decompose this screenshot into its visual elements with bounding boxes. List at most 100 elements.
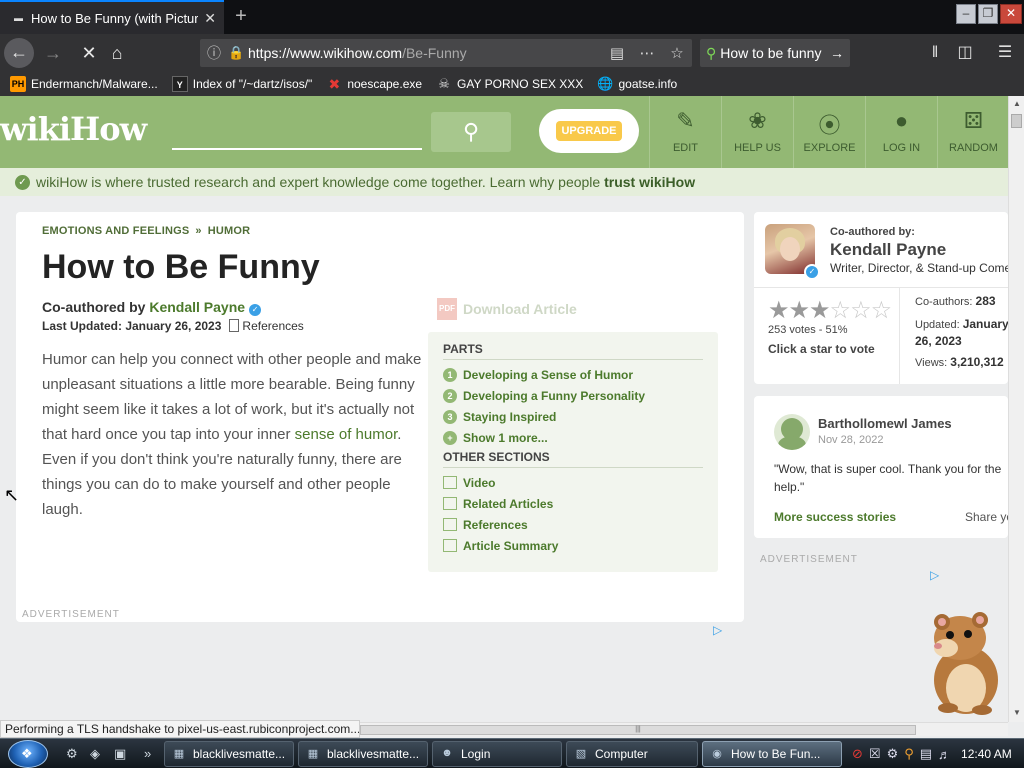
bookmark-star-icon[interactable]: ☆ xyxy=(662,44,692,62)
toc-parts-header: PARTS xyxy=(443,342,703,360)
page-title: How to Be Funny xyxy=(42,248,320,286)
taskbar-item[interactable]: ▧ Computer xyxy=(566,741,698,767)
page-actions-icon[interactable]: ⋯ xyxy=(632,44,662,62)
verified-badge-icon: ✓ xyxy=(804,264,820,280)
info-icon[interactable]: ⓘ xyxy=(200,43,228,63)
star-rating[interactable]: ★★★☆☆☆ xyxy=(768,296,892,325)
sidebar-icon[interactable]: ◫ xyxy=(950,39,980,67)
toc-references[interactable]: References xyxy=(443,514,703,535)
scroll-thumb[interactable] xyxy=(1011,114,1022,128)
author-name[interactable]: Kendall Payne xyxy=(830,240,946,260)
site-search-button[interactable]: ⚲ xyxy=(431,112,511,152)
blocked-icon[interactable]: ⊘ xyxy=(852,746,863,762)
tab-close-icon[interactable]: ✕ xyxy=(204,10,216,27)
network-error-icon[interactable]: ☒ xyxy=(869,746,881,762)
nav-random[interactable]: ⚄ RANDOM xyxy=(937,96,1008,168)
horizontal-scrollbar[interactable]: ||| xyxy=(360,722,1008,736)
maximize-button[interactable]: ❐ xyxy=(978,4,998,24)
download-article-button[interactable]: PDF Download Article xyxy=(437,298,577,320)
network-icon[interactable]: ▤ xyxy=(920,746,932,762)
wikihow-logo[interactable]: wikiHow xyxy=(0,110,147,148)
breadcrumb-humor[interactable]: HUMOR xyxy=(208,225,251,237)
library-icon[interactable]: ‖ xyxy=(920,39,950,67)
author-link[interactable]: Kendall Payne xyxy=(149,299,245,315)
clock[interactable]: 12:40 AM xyxy=(961,747,1012,761)
back-button[interactable]: ← xyxy=(4,38,34,68)
video-icon xyxy=(443,476,457,489)
url-text[interactable]: https://www.wikihow.com/Be-Funny xyxy=(248,45,602,61)
vertical-scrollbar[interactable]: ▲ ▼ xyxy=(1008,96,1024,722)
tab-active[interactable]: ▬ How to Be Funny (with Pictures) ✕ xyxy=(0,0,224,34)
toc-video[interactable]: Video xyxy=(443,472,703,493)
author-card: ✓ Co-authored by: Kendall Payne Writer, … xyxy=(754,212,1008,384)
upgrade-button[interactable]: UPGRADE xyxy=(539,109,639,153)
star-icon: ★ xyxy=(788,297,810,324)
nav-log-in[interactable]: ● LOG IN xyxy=(865,96,937,168)
bookmark-item[interactable]: 🌐 goatse.info xyxy=(597,76,677,92)
more-icon[interactable]: » xyxy=(144,746,151,761)
taskbar-item[interactable]: ▦ blacklivesmatte... xyxy=(164,741,294,767)
article-card: EMOTIONS AND FEELINGS» HUMOR How to Be Fu… xyxy=(16,212,744,622)
quicklaunch-icon[interactable]: ◈ xyxy=(90,746,100,762)
windows-logo-icon: ❖ xyxy=(21,746,33,761)
search-tray-icon[interactable]: ⚲ xyxy=(904,746,914,762)
taskbar-item[interactable]: ▦ blacklivesmatte... xyxy=(298,741,428,767)
search-input[interactable]: ⚲ How to be funny → xyxy=(700,39,850,67)
trust-link[interactable]: trust wikiHow xyxy=(604,174,695,190)
menu-icon[interactable]: ☰ xyxy=(990,39,1020,67)
window-close-button[interactable]: ✕ xyxy=(1000,4,1022,24)
stop-loading-button[interactable]: ✕ xyxy=(74,39,104,67)
toc-related-articles[interactable]: Related Articles xyxy=(443,493,703,514)
updated-stat: Updated: January 26, 2023 xyxy=(915,317,1008,348)
minimize-button[interactable]: – xyxy=(956,4,976,24)
scroll-up-icon[interactable]: ▲ xyxy=(1009,99,1024,108)
taskbar-item-active[interactable]: ◉ How to Be Fun... xyxy=(702,741,842,767)
horizontal-scroll-thumb[interactable]: ||| xyxy=(360,725,916,735)
views-stat: Views: 3,210,312 xyxy=(915,355,1004,369)
hamster-mascot-icon[interactable] xyxy=(920,608,1008,718)
search-go-icon[interactable]: → xyxy=(830,45,844,61)
breadcrumb-emotions[interactable]: EMOTIONS AND FEELINGS xyxy=(42,225,189,237)
references-link[interactable]: References xyxy=(242,319,303,333)
new-tab-button[interactable]: + xyxy=(228,4,254,30)
taskbar-item[interactable]: ☻ Login xyxy=(432,741,562,767)
user-avatar xyxy=(774,414,810,450)
toc-article-summary[interactable]: Article Summary xyxy=(443,535,703,556)
scroll-down-icon[interactable]: ▼ xyxy=(1009,708,1024,717)
sprout-icon: ❀ xyxy=(748,108,767,133)
bookmark-item[interactable]: PH Endermanch/Malware... xyxy=(10,76,158,92)
breadcrumb: EMOTIONS AND FEELINGS» HUMOR xyxy=(42,225,251,237)
bookmark-item[interactable]: Y Index of "/~dartz/isos/" xyxy=(171,76,312,92)
toc-part-item[interactable]: 3 Staying Inspired xyxy=(443,406,703,427)
last-updated: Last Updated: January 26, 2023 References xyxy=(42,319,304,333)
adchoices-icon[interactable]: ▷ xyxy=(930,568,939,582)
bookmark-item[interactable]: ✖ noescape.exe xyxy=(326,76,422,92)
home-button[interactable]: ⌂ xyxy=(102,39,132,67)
url-bar[interactable]: ⓘ 🔒 https://www.wikihow.com/Be-Funny ▤ ⋯… xyxy=(200,39,692,67)
quicklaunch-icon[interactable]: ⚙ xyxy=(66,746,78,762)
status-bar: Performing a TLS handshake to pixel-us-e… xyxy=(0,720,360,738)
toc-show-more[interactable]: + Show 1 more... xyxy=(443,427,703,448)
show-desktop-icon[interactable]: ▣ xyxy=(114,746,126,762)
site-search-input[interactable] xyxy=(172,118,422,150)
sense-of-humor-link[interactable]: sense of humor xyxy=(295,426,398,443)
related-articles-icon xyxy=(443,497,457,510)
taskbar: ❖ ⚙ ◈ ▣ » ▦ blacklivesmatte... ▦ blacklive… xyxy=(0,738,1024,768)
nav-help-us[interactable]: ❀ HELP US xyxy=(721,96,793,168)
user-icon: ☻ xyxy=(441,747,453,759)
reader-view-icon[interactable]: ▤ xyxy=(602,44,632,62)
adchoices-icon[interactable]: ▷ xyxy=(713,623,722,637)
start-button[interactable]: ❖ xyxy=(8,740,48,768)
volume-icon[interactable]: ♬ xyxy=(938,747,951,762)
tab-loading-icon: ▬ xyxy=(14,13,23,23)
star-icon: ★ xyxy=(768,297,789,324)
nav-edit[interactable]: ✎ EDIT xyxy=(649,96,721,168)
nav-explore[interactable]: ⦿ EXPLORE xyxy=(793,96,865,168)
settings-icon[interactable]: ⚙ xyxy=(887,746,899,762)
share-yours-link[interactable]: Share yours! xyxy=(965,510,1008,524)
more-success-stories-link[interactable]: More success stories xyxy=(774,510,896,524)
bookmark-item[interactable]: ☠ GAY PORNO SEX XXX xyxy=(436,76,583,92)
forward-button[interactable]: → xyxy=(38,39,68,67)
toc-part-item[interactable]: 1 Developing a Sense of Humor xyxy=(443,364,703,385)
toc-part-item[interactable]: 2 Developing a Funny Personality xyxy=(443,385,703,406)
